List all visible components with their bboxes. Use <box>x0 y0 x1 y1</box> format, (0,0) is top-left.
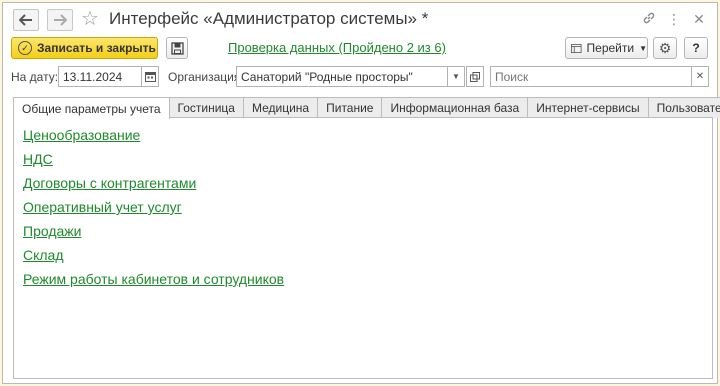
more-menu-icon[interactable]: ⋮ <box>666 11 682 27</box>
tab-general-settings[interactable]: Общие параметры учета <box>13 97 170 119</box>
date-label: На дату: <box>11 70 59 84</box>
window-icon <box>571 43 582 53</box>
link-vat[interactable]: НДС <box>23 150 284 174</box>
save-and-close-button[interactable]: ✓ Записать и закрыть <box>11 37 158 59</box>
tab-internet-services[interactable]: Интернет-сервисы <box>527 97 649 118</box>
organization-dropdown-button[interactable]: ▼ <box>447 66 465 87</box>
data-check-link[interactable]: Проверка данных (Пройдено 2 из 6) <box>228 40 446 55</box>
help-label: ? <box>692 41 700 55</box>
tab-hotel[interactable]: Гостиница <box>168 97 244 118</box>
open-form-icon <box>470 71 480 82</box>
link-pricing[interactable]: Ценообразование <box>23 126 284 150</box>
back-button[interactable] <box>13 9 39 31</box>
link-service-accounting[interactable]: Оперативный учет услуг <box>23 198 284 222</box>
link-sales[interactable]: Продажи <box>23 222 284 246</box>
save-and-close-label: Записать и закрыть <box>37 41 156 55</box>
app-window: ☆ Интерфейс «Администратор системы» * ⋮ … <box>2 2 720 384</box>
forward-button[interactable] <box>47 9 73 31</box>
search-input[interactable] <box>490 66 692 87</box>
favorite-star-icon[interactable]: ☆ <box>81 9 99 29</box>
chevron-down-icon: ▼ <box>639 43 647 53</box>
tab-bar: Общие параметры учета Гостиница Медицина… <box>13 97 720 119</box>
tab-users[interactable]: Пользователи <box>647 97 720 118</box>
link-icon[interactable] <box>641 11 657 27</box>
close-icon[interactable]: ✕ <box>691 11 707 27</box>
save-button[interactable] <box>166 37 188 59</box>
link-warehouse[interactable]: Склад <box>23 246 284 270</box>
tab-infobase[interactable]: Информационная база <box>381 97 529 118</box>
tab-nutrition[interactable]: Питание <box>317 97 383 118</box>
organization-open-button[interactable] <box>466 66 484 87</box>
dropdown-arrow-icon: ▼ <box>452 72 460 81</box>
goto-label: Перейти <box>586 41 635 55</box>
organization-label: Организация: <box>168 70 244 84</box>
window-title: Интерфейс «Администратор системы» * <box>109 9 429 28</box>
check-circle-icon: ✓ <box>18 41 32 55</box>
tab-panel-general-settings: Ценообразование НДС Договоры с контраген… <box>13 117 713 379</box>
organization-field[interactable]: Санаторий "Родные просторы" <box>236 66 448 87</box>
arrow-right-icon <box>54 14 67 26</box>
goto-menu-button[interactable]: Перейти ▼ <box>565 37 648 59</box>
settings-links-list: Ценообразование НДС Договоры с контраген… <box>23 126 284 294</box>
calendar-icon <box>144 72 156 82</box>
date-field[interactable]: 13.11.2024 <box>58 66 142 87</box>
floppy-disk-icon <box>170 41 184 55</box>
arrow-left-icon <box>19 14 32 26</box>
clear-search-button[interactable]: ✕ <box>691 66 709 87</box>
calendar-button[interactable] <box>141 66 159 87</box>
help-button[interactable]: ? <box>684 37 708 59</box>
gear-icon: ⚙ <box>658 39 672 56</box>
settings-button[interactable]: ⚙ <box>653 37 677 59</box>
link-contracts[interactable]: Договоры с контрагентами <box>23 174 284 198</box>
tab-medicine[interactable]: Медицина <box>242 97 319 118</box>
link-office-schedule[interactable]: Режим работы кабинетов и сотрудников <box>23 270 284 294</box>
close-icon: ✕ <box>695 71 705 82</box>
